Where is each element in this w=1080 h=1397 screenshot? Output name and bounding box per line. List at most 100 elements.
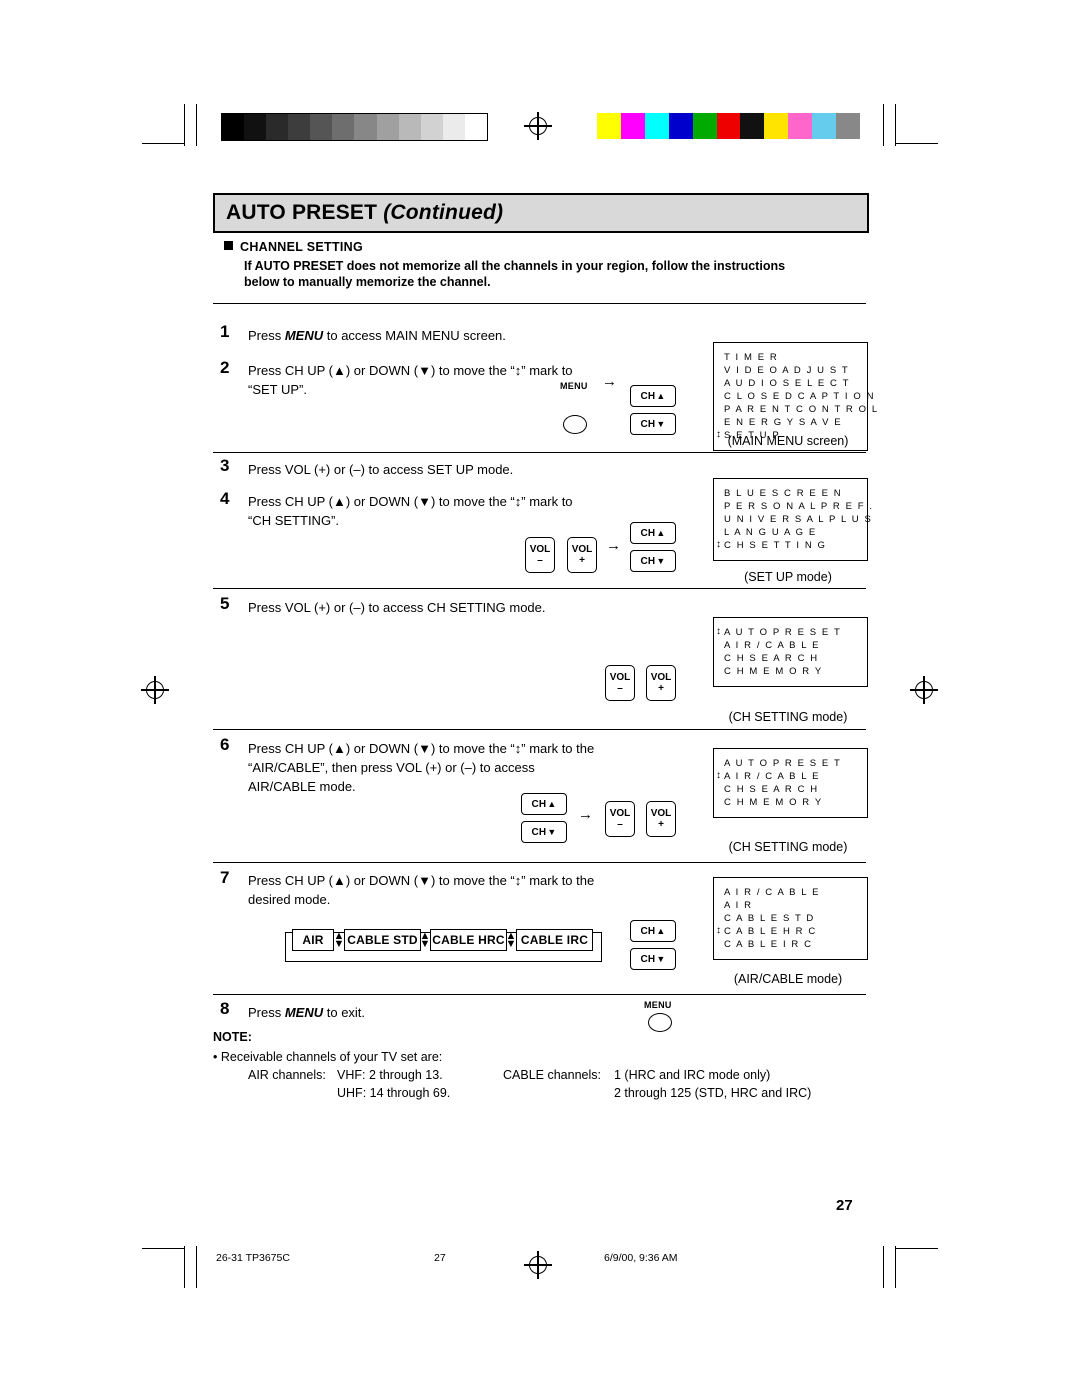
ch-up-button-3[interactable]: CH ▲ [521, 793, 567, 815]
chain-item-cable-std[interactable]: CABLE STD [344, 929, 421, 951]
color-swatch [764, 113, 789, 139]
vol-minus-button-3[interactable]: VOL – [605, 801, 635, 837]
section-body: If AUTO PRESET does not memorize all the… [244, 258, 869, 290]
crop-mark-top-right-v [895, 104, 896, 146]
color-swatch [716, 113, 741, 139]
footer-left: 26-31 TP3675C [216, 1252, 290, 1264]
color-swatch [788, 113, 813, 139]
gray-swatch [354, 114, 377, 140]
osd-line: A I R / C A B L E [724, 640, 821, 651]
color-swatch [620, 113, 645, 139]
step-8-text-b: to exit. [323, 1005, 366, 1020]
registration-target-bottom [524, 1251, 552, 1279]
gray-swatch [398, 114, 421, 140]
ch-up-button-1[interactable]: CH ▲ [630, 385, 676, 407]
note-cable-line1: 1 (HRC and IRC mode only) [614, 1068, 771, 1082]
osd-line: V I D E O A D J U S T [724, 365, 850, 376]
osd-line: C A B L E S T D [724, 913, 815, 924]
document-page: AUTO PRESET (Continued) CHANNEL SETTING … [0, 0, 1080, 1397]
menu-button-label-1: MENU [560, 381, 588, 391]
note-cable-line2: 2 through 125 (STD, HRC and IRC) [614, 1086, 812, 1100]
ch-down-button-2[interactable]: CH ▼ [630, 550, 676, 572]
osd-ch-setting-mode-2: A U T O P R E S E TA I R / C A B L EC H … [713, 748, 868, 818]
vol-minus-label-1: VOL [529, 544, 551, 555]
crop-mark-bottom-right-v [895, 1246, 896, 1288]
up-triangle-icon-3: ▲ [547, 799, 557, 809]
gray-swatch [420, 114, 443, 140]
osd-line: C A B L E I R C [724, 939, 813, 950]
page-title: AUTO PRESET [226, 201, 378, 224]
registration-target-left [141, 676, 169, 704]
section-heading-label: CHANNEL SETTING [240, 240, 364, 254]
step-7-line2: desired mode. [248, 892, 331, 907]
osd-line: U N I V E R S A L P L U S [724, 514, 873, 525]
chain-item-cable-hrc-label: CABLE HRC [432, 933, 505, 947]
ch-up-button-2[interactable]: CH ▲ [630, 522, 676, 544]
vol-plus-button-1[interactable]: VOL + [567, 537, 597, 573]
step-6-number: 6 [220, 735, 230, 754]
vol-plus-label-1: VOL [571, 544, 593, 555]
vol-plus-sign-3: + [658, 819, 664, 830]
menu-button-1[interactable] [563, 415, 587, 434]
osd-line: L A N G U A G E [724, 527, 817, 538]
chain-item-air[interactable]: AIR [292, 929, 334, 951]
vol-minus-sign-1: – [537, 555, 543, 566]
crop-mark-bottom-left-h [142, 1248, 184, 1249]
step-5-number: 5 [220, 594, 230, 613]
osd-line: T I M E R [724, 352, 779, 363]
osd-setup-mode-caption: (SET UP mode) [744, 570, 832, 584]
divider-2 [213, 452, 866, 453]
step-7-number: 7 [220, 868, 230, 887]
osd-main-menu-caption: (MAIN MENU screen) [727, 434, 849, 448]
section-body-line2: below to manually memorize the channel. [244, 275, 491, 289]
osd-line: A U T O P R E S E T [724, 758, 842, 769]
step-6-line3: AIR/CABLE mode. [248, 779, 356, 794]
down-triangle-icon-2: ▼ [656, 556, 666, 566]
crop-mark-top-right-h [896, 143, 938, 144]
note-air-label: AIR channels: [248, 1068, 326, 1082]
ch-down-label-4: CH [640, 953, 656, 965]
page-title-bar: AUTO PRESET (Continued) [213, 193, 869, 233]
note-air-vhf: VHF: 2 through 13. [337, 1068, 443, 1082]
step-6-line2: “AIR/CABLE”, then press VOL (+) or (–) t… [248, 760, 535, 775]
ch-down-label-3: CH [531, 826, 547, 838]
color-swatch [836, 113, 860, 139]
menu-button-2[interactable] [648, 1013, 672, 1032]
osd-line: C H S E A R C H [724, 784, 819, 795]
step-8-text: Press MENU to exit. [248, 1003, 598, 1022]
vol-plus-label-2: VOL [650, 672, 672, 683]
step-4-line2: “CH SETTING”. [248, 513, 339, 528]
color-calibration-bar [597, 113, 860, 139]
footer-right: 6/9/00, 9:36 AM [604, 1252, 678, 1264]
ch-down-button-1[interactable]: CH ▼ [630, 413, 676, 435]
step-3-number: 3 [220, 456, 230, 475]
vol-minus-button-1[interactable]: VOL – [525, 537, 555, 573]
gray-swatch [266, 114, 289, 140]
ch-up-button-4[interactable]: CH ▲ [630, 920, 676, 942]
ch-down-label-1: CH [640, 418, 656, 430]
vol-minus-button-2[interactable]: VOL – [605, 665, 635, 701]
ch-down-button-3[interactable]: CH ▼ [521, 821, 567, 843]
section-heading: CHANNEL SETTING [224, 240, 363, 254]
vol-plus-button-3[interactable]: VOL + [646, 801, 676, 837]
osd-ch-setting-mode-1: A U T O P R E S E TA I R / C A B L E C H … [713, 617, 868, 687]
osd-line: B L U E S C R E E N [724, 488, 843, 499]
osd-air-cable-mode-caption: (AIR/CABLE mode) [733, 972, 843, 986]
step-1-text: Press MENU to access MAIN MENU screen. [248, 326, 698, 345]
osd-line: A I R [724, 900, 753, 911]
gray-swatch [244, 114, 267, 140]
chain-item-cable-irc[interactable]: CABLE IRC [516, 929, 593, 951]
ch-down-button-4[interactable]: CH ▼ [630, 948, 676, 970]
osd-line: C L O S E D C A P T I O N [724, 391, 876, 402]
step-8-number: 8 [220, 999, 230, 1018]
vol-minus-label-2: VOL [609, 672, 631, 683]
step-6-line1: Press CH UP (▲) or DOWN (▼) to move the … [248, 741, 595, 756]
vol-plus-button-2[interactable]: VOL + [646, 665, 676, 701]
divider-3 [213, 588, 866, 589]
osd-line: C H M E M O R Y [724, 666, 823, 677]
chain-item-cable-hrc[interactable]: CABLE HRC [430, 929, 507, 951]
step-5-text: Press VOL (+) or (–) to access CH SETTIN… [248, 600, 546, 615]
registration-target-right [910, 676, 938, 704]
menu-button-label-2: MENU [644, 1000, 672, 1010]
page-title-suffix: (Continued) [383, 201, 504, 224]
